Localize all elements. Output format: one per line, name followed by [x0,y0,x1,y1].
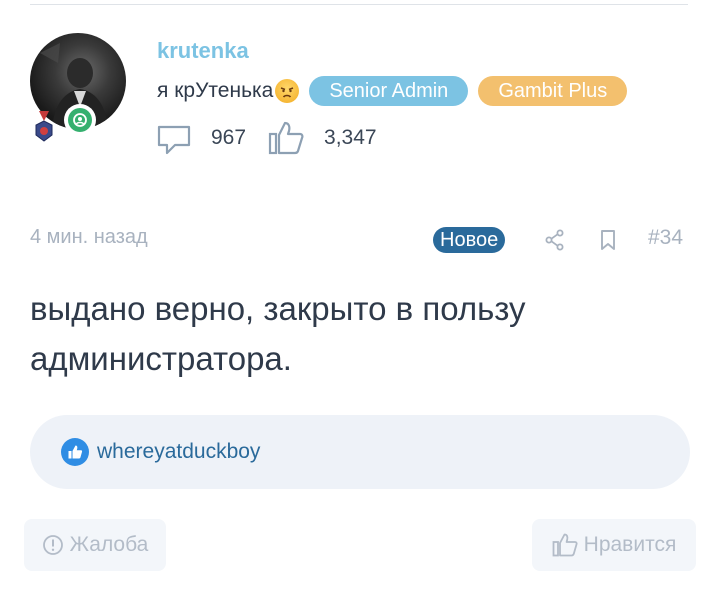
post-number-link[interactable]: #34 [648,226,683,250]
top-divider [30,0,688,5]
like-label: Нравится [583,533,677,556]
username-link[interactable]: krutenka [157,38,249,64]
post-meta: 4 мин. назад Новое #34 [30,224,690,256]
like-button[interactable]: Нравится [532,519,696,571]
likes-count: 3,347 [324,126,377,149]
bookmark-icon[interactable] [598,229,618,256]
medal-icon [33,111,55,147]
report-label: Жалоба [69,533,149,556]
report-button[interactable]: Жалоба [24,519,166,571]
user-badge-gambit-plus: Gambit Plus [478,76,628,106]
user-stats: 967 3,347 [157,120,399,156]
likes-received-icon [268,121,304,155]
new-badge: Новое [433,227,506,253]
share-icon[interactable] [544,229,566,256]
messages-count: 967 [211,126,247,149]
angry-face-emoji-icon [275,79,300,103]
user-badge-senior-admin: Senior Admin [309,76,469,106]
post-time[interactable]: 4 мин. назад [30,226,148,249]
thumbs-up-icon [552,533,578,557]
messages-icon [157,121,191,155]
post-body: выдано верно, закрыто в пользу администр… [30,290,526,377]
like-reaction-icon [61,438,89,466]
online-status-icon [64,104,96,136]
liker-link[interactable]: whereyatduckboy [97,440,260,464]
status-text: я крУтенька [157,79,274,102]
user-status-line: я крУтенька Senior Admin Gambit Plus [157,76,628,106]
warning-circle-icon [42,534,64,556]
likes-summary: whereyatduckboy [30,415,690,489]
